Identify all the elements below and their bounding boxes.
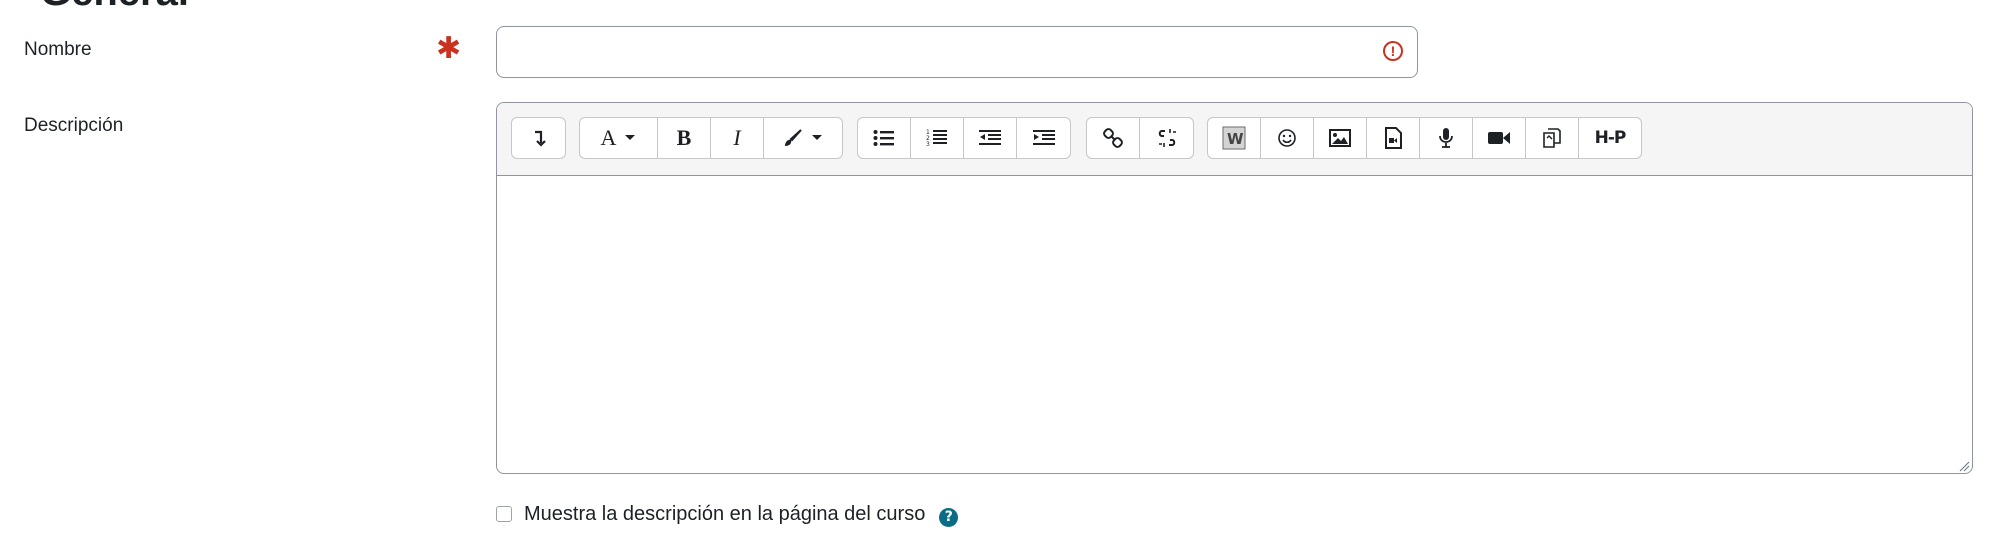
toolbar-group-style: A B I xyxy=(579,117,843,159)
emoji-button[interactable] xyxy=(1261,118,1314,158)
toolbar-group-links xyxy=(1086,117,1194,159)
error-icon: ! xyxy=(1383,41,1403,61)
description-editor[interactable]: A B I 1 2 3 W H-P xyxy=(496,102,1973,474)
outdent-button[interactable] xyxy=(964,118,1017,158)
unordered-list-icon xyxy=(873,130,894,146)
video-camera-icon xyxy=(1488,132,1510,144)
ordered-list-icon: 1 2 3 xyxy=(926,129,947,148)
description-label: Descripción xyxy=(24,115,124,136)
paint-brush-icon xyxy=(785,129,802,146)
unlink-button[interactable] xyxy=(1140,118,1193,158)
show-description-checkbox[interactable] xyxy=(496,506,512,522)
collapse-icon xyxy=(534,130,546,147)
microphone-icon xyxy=(1439,128,1453,148)
font-style-button[interactable]: A xyxy=(580,118,658,158)
chevron-down-icon xyxy=(625,135,636,140)
name-input[interactable] xyxy=(511,27,1375,77)
indent-button[interactable] xyxy=(1017,118,1070,158)
required-icon: ✱ xyxy=(436,32,462,65)
section-title: General xyxy=(40,0,189,15)
unordered-list-button[interactable] xyxy=(858,118,911,158)
show-description-label: Muestra la descripción en la página del … xyxy=(524,502,926,525)
indent-icon xyxy=(1032,130,1055,145)
description-textarea[interactable] xyxy=(497,176,1972,473)
image-button[interactable] xyxy=(1314,118,1367,158)
unlink-icon xyxy=(1158,129,1176,147)
manage-files-icon xyxy=(1543,128,1561,148)
media-icon xyxy=(1385,127,1402,149)
text-color-button[interactable] xyxy=(764,118,842,158)
name-field[interactable]: ! xyxy=(496,26,1418,78)
toolbar-group-collapse xyxy=(511,117,566,159)
h5p-button[interactable]: H-P xyxy=(1579,118,1641,158)
word-import-icon: W xyxy=(1222,126,1246,150)
italic-button[interactable]: I xyxy=(711,118,764,158)
bold-icon: B xyxy=(676,125,692,150)
editor-toolbar: A B I 1 2 3 W H-P xyxy=(497,103,1972,176)
ordered-list-button[interactable]: 1 2 3 xyxy=(911,118,964,158)
record-audio-button[interactable] xyxy=(1420,118,1473,158)
show-description-row: Muestra la descripción en la página del … xyxy=(496,502,959,527)
font-style-icon: A xyxy=(600,125,617,150)
emoji-icon xyxy=(1278,129,1296,147)
manage-files-button[interactable] xyxy=(1526,118,1579,158)
link-button[interactable] xyxy=(1087,118,1140,158)
name-label: Nombre xyxy=(24,39,92,60)
toolbar-group-insert: W H-P xyxy=(1207,117,1642,159)
word-import-button[interactable]: W xyxy=(1208,118,1261,158)
h5p-icon: H-P xyxy=(1594,128,1627,148)
image-icon xyxy=(1329,129,1351,147)
resize-handle-icon[interactable] xyxy=(1958,460,1970,472)
help-icon[interactable]: ? xyxy=(939,507,959,527)
collapse-button[interactable] xyxy=(512,118,565,158)
italic-icon: I xyxy=(733,125,741,150)
svg-text:3: 3 xyxy=(926,141,930,148)
bold-button[interactable]: B xyxy=(658,118,711,158)
record-video-button[interactable] xyxy=(1473,118,1526,158)
chevron-down-icon xyxy=(812,135,822,140)
toolbar-group-lists: 1 2 3 xyxy=(857,117,1071,159)
outdent-icon xyxy=(979,130,1001,145)
media-button[interactable] xyxy=(1367,118,1420,158)
link-icon xyxy=(1103,128,1123,148)
svg-text:W: W xyxy=(1227,130,1244,148)
